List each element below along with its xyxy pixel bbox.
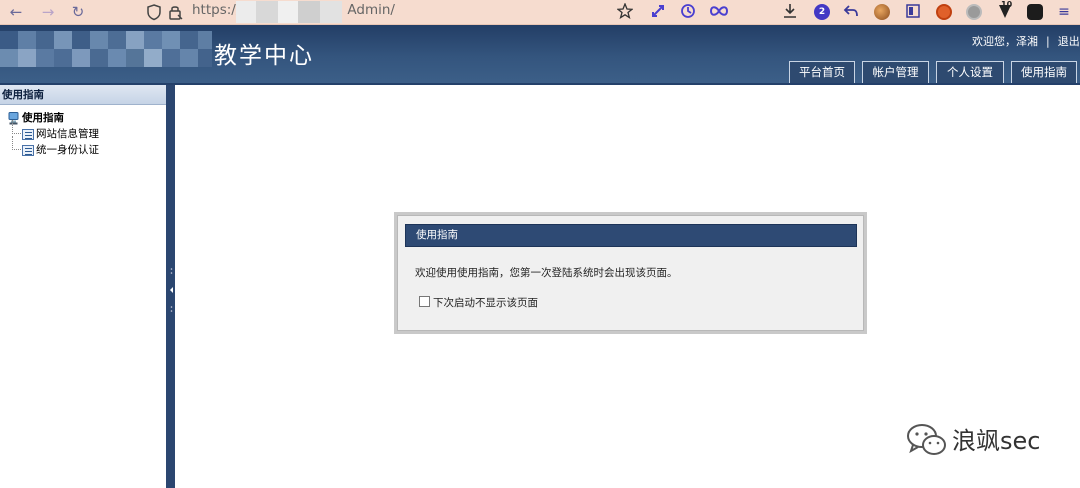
- browser-toolbar: ← → ↻ https://Admin/ 2 10 ≡: [0, 0, 1080, 25]
- cookie-extension-icon[interactable]: [874, 4, 890, 20]
- url-bar[interactable]: https://Admin/: [140, 1, 610, 23]
- extension-badge-icon[interactable]: 2: [814, 4, 830, 20]
- mask-extension-icon[interactable]: [1027, 4, 1043, 20]
- forward-icon[interactable]: →: [38, 2, 58, 22]
- lock-icon: [169, 6, 183, 20]
- undo-arrow-icon[interactable]: [843, 3, 859, 19]
- url-redacted: [236, 1, 342, 23]
- sidebar-item-label: 网站信息管理: [36, 128, 99, 140]
- expand-icon[interactable]: [650, 3, 666, 19]
- download-count-badge: 10: [1001, 0, 1013, 9]
- collapse-arrow-icon[interactable]: [169, 265, 174, 315]
- tab-platform-home[interactable]: 平台首页: [789, 61, 855, 83]
- dont-show-checkbox[interactable]: [419, 296, 430, 307]
- sidebar: 使用指南 使用指南 网站信息管理 统一身份认证: [0, 85, 168, 488]
- infinity-icon[interactable]: [710, 4, 728, 18]
- tree-branch-line: [12, 120, 21, 134]
- bookmark-star-icon[interactable]: [617, 3, 633, 19]
- watermark-text: 浪飒sec: [952, 427, 1041, 455]
- wechat-icon: [907, 424, 946, 455]
- list-page-icon: [22, 129, 34, 140]
- tree-root[interactable]: 使用指南: [8, 111, 166, 126]
- sidebar-item-label: 统一身份认证: [36, 144, 99, 156]
- guide-dialog: 使用指南 欢迎使用使用指南，您第一次登陆系统时会出现该页面。 下次启动不显示该页…: [394, 212, 867, 334]
- dialog-title: 使用指南: [405, 224, 857, 247]
- welcome-separator: |: [1046, 35, 1050, 48]
- sidebar-tree: 使用指南 网站信息管理 统一身份认证: [0, 105, 166, 158]
- welcome-text: 欢迎您，泽湘: [972, 35, 1038, 48]
- tab-user-guide[interactable]: 使用指南: [1011, 61, 1077, 83]
- site-title: 教学中心: [214, 43, 314, 69]
- dont-show-label[interactable]: 下次启动不显示该页面: [433, 295, 538, 310]
- back-icon[interactable]: ←: [6, 2, 26, 22]
- menu-icon[interactable]: ≡: [1054, 2, 1074, 22]
- download-icon[interactable]: [782, 3, 798, 19]
- dialog-message: 欢迎使用使用指南，您第一次登陆系统时会出现该页面。: [415, 267, 678, 279]
- tab-account-management[interactable]: 帐户管理: [862, 61, 929, 83]
- tree-branch-line: [12, 136, 21, 150]
- reload-icon[interactable]: ↻: [68, 2, 88, 22]
- logo-redacted: [0, 31, 212, 67]
- logout-link[interactable]: 退出: [1058, 35, 1080, 48]
- welcome-area: 欢迎您，泽湘 | 退出: [972, 33, 1080, 49]
- sidebar-heading: 使用指南: [0, 85, 166, 105]
- site-header: 教学中心 欢迎您，泽湘 | 退出 平台首页 帐户管理 个人设置 使用指南: [0, 25, 1080, 83]
- list-page-icon: [22, 145, 34, 156]
- gear-extension-icon[interactable]: [966, 4, 982, 20]
- block-extension-icon[interactable]: [936, 4, 952, 20]
- sidebar-item-site-info[interactable]: 网站信息管理: [8, 120, 166, 142]
- tab-personal-settings[interactable]: 个人设置: [936, 61, 1004, 83]
- sidebar-splitter[interactable]: [168, 85, 175, 488]
- sidebar-panel-icon[interactable]: [905, 3, 921, 19]
- history-icon[interactable]: [680, 3, 696, 19]
- sidebar-item-unified-auth[interactable]: 统一身份认证: [8, 136, 166, 158]
- tree-root-label: 使用指南: [22, 112, 64, 124]
- shield-icon: [147, 4, 161, 21]
